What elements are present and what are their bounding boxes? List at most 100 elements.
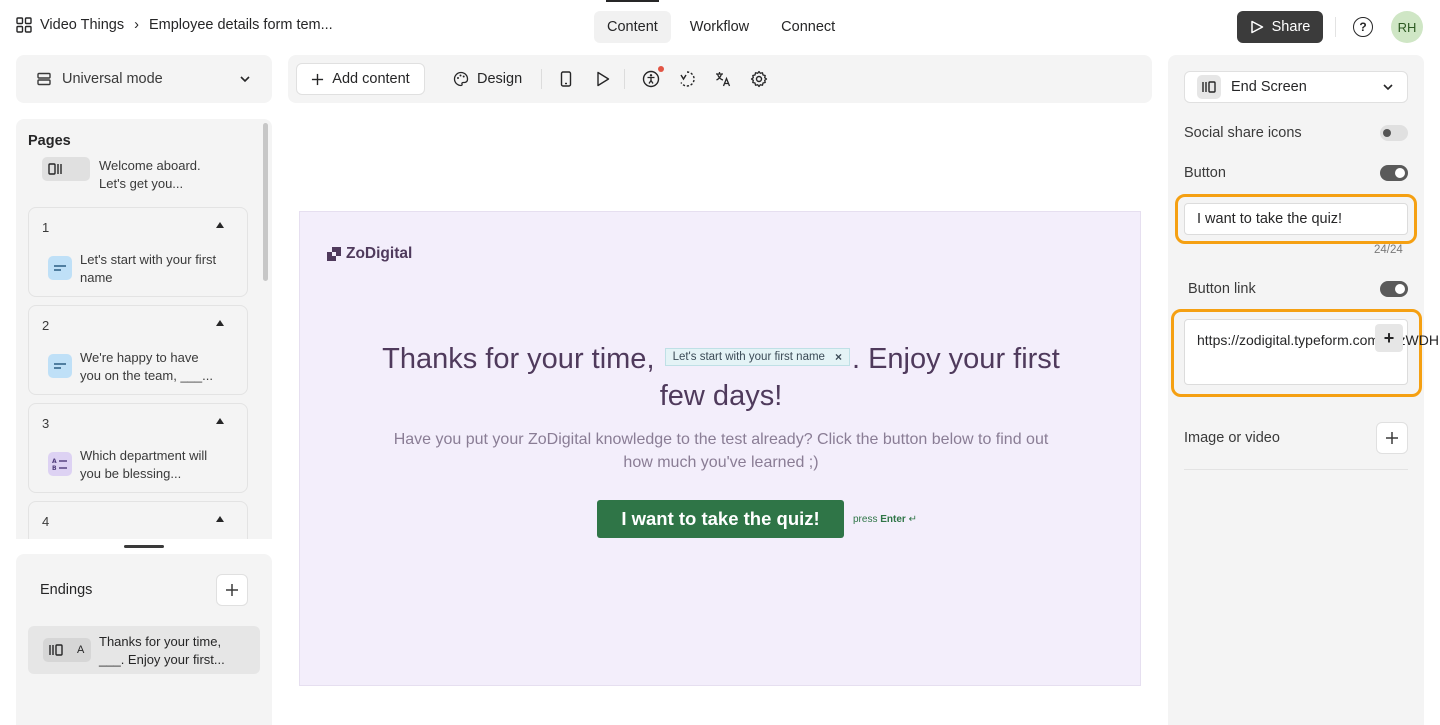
form-preview-canvas: ZoDigital Thanks for your time, Let's st… — [299, 211, 1141, 686]
page-card[interactable]: 4 — [28, 501, 248, 539]
close-icon[interactable]: × — [835, 339, 842, 376]
share-label: Share — [1271, 19, 1311, 35]
quiz-button[interactable]: I want to take the quiz! — [597, 500, 844, 538]
question-text: We're happy to have you on the team, ___… — [80, 350, 213, 383]
svg-text:B: B — [52, 465, 57, 471]
plus-icon — [312, 73, 324, 85]
endings-title: Endings — [40, 582, 93, 598]
social-share-label: Social share icons — [1184, 125, 1302, 141]
palette-icon — [453, 71, 469, 87]
design-button[interactable]: Design — [453, 63, 522, 95]
send-icon — [1250, 20, 1263, 34]
ending-badge: A — [77, 644, 85, 656]
tab-workflow[interactable]: Workflow — [677, 11, 762, 43]
collapse-icon[interactable] — [216, 222, 224, 228]
question-text: Which department will you be blessing... — [80, 448, 208, 481]
mode-select[interactable]: Universal mode — [16, 55, 272, 103]
divider — [624, 69, 625, 89]
button-link-label: Button link — [1188, 281, 1256, 297]
plus-icon[interactable]: + — [1375, 324, 1403, 352]
logic-icon[interactable] — [677, 69, 697, 89]
svg-text:A: A — [52, 458, 57, 465]
accessibility-icon[interactable] — [641, 69, 661, 89]
button-label: Button — [1184, 165, 1226, 181]
add-ending-button[interactable] — [216, 574, 248, 606]
tab-content[interactable]: Content — [594, 0, 671, 43]
layers-icon — [37, 72, 51, 86]
main-tabs: Content Workflow Connect — [594, 0, 848, 43]
breadcrumb: Video Things › Employee details form tem… — [16, 17, 333, 33]
collapse-icon[interactable] — [216, 320, 224, 326]
logo-mark-icon — [327, 247, 341, 261]
button-text-input[interactable] — [1184, 203, 1408, 235]
share-button[interactable]: Share — [1237, 11, 1323, 43]
page-number: 4 — [42, 514, 50, 529]
mobile-preview-icon[interactable] — [556, 69, 576, 89]
resize-handle[interactable] — [124, 545, 164, 548]
page-card[interactable]: 1 Let's start with your first name — [28, 207, 248, 297]
recall-chip-label: Let's start with your first name — [672, 350, 825, 363]
divider — [1335, 17, 1336, 37]
divider — [1184, 469, 1408, 470]
page-card[interactable]: 2 We're happy to have you on the team, _… — [28, 305, 248, 395]
logo-text: ZoDigital — [346, 245, 413, 262]
add-content-button[interactable]: Add content — [296, 63, 425, 95]
endings-panel: Endings A Thanks for your time, ___. Enj… — [16, 554, 272, 725]
button-link-toggle[interactable] — [1380, 281, 1408, 297]
pages-panel: Pages Welcome aboard. Let's get you... 1… — [16, 119, 272, 539]
button-toggle[interactable] — [1380, 165, 1408, 181]
char-counter: 24/24 — [1374, 244, 1403, 256]
top-bar: Video Things › Employee details form tem… — [0, 0, 1440, 54]
press-key: Enter — [880, 514, 906, 525]
breadcrumb-workspace[interactable]: Video Things — [40, 17, 124, 33]
welcome-screen-item[interactable]: Welcome aboard. Let's get you... — [42, 157, 229, 193]
question-text: Let's start with your first name — [80, 252, 217, 285]
welcome-screen-icon — [42, 157, 90, 181]
collapse-icon[interactable] — [216, 418, 224, 424]
collapse-icon[interactable] — [216, 516, 224, 522]
grid-icon[interactable] — [16, 17, 32, 33]
brand-logo: ZoDigital — [326, 245, 412, 263]
tab-connect[interactable]: Connect — [768, 11, 848, 43]
welcome-text: Welcome aboard. Let's get you... — [99, 158, 201, 191]
chevron-right-icon: › — [134, 17, 139, 33]
breadcrumb-form[interactable]: Employee details form tem... — [149, 17, 333, 33]
end-screen-title[interactable]: Thanks for your time, Let's start with y… — [380, 341, 1062, 415]
chevron-down-icon — [240, 76, 250, 83]
short-text-icon — [48, 256, 72, 280]
recall-chip[interactable]: Let's start with your first name × — [664, 348, 850, 367]
add-content-label: Add content — [332, 71, 410, 87]
short-text-icon — [48, 354, 72, 378]
gear-icon[interactable] — [749, 69, 769, 89]
press-enter-hint: press Enter ↵ — [853, 514, 917, 525]
screen-type-select[interactable]: End Screen — [1184, 71, 1408, 103]
add-media-button[interactable] — [1376, 422, 1408, 454]
translate-icon[interactable] — [713, 69, 733, 89]
ending-text: Thanks for your time, ___. Enjoy your fi… — [99, 634, 225, 667]
enter-key-icon: ↵ — [908, 514, 917, 525]
help-icon[interactable]: ? — [1353, 17, 1373, 37]
chevron-down-icon — [1383, 84, 1393, 91]
image-video-label: Image or video — [1184, 430, 1280, 446]
page-number: 2 — [42, 318, 50, 333]
title-text-start: Thanks for your time, — [382, 343, 655, 375]
multiple-choice-icon: AB — [48, 452, 72, 476]
page-number: 3 — [42, 416, 50, 431]
notification-dot — [658, 66, 664, 72]
end-screen-icon — [1197, 75, 1221, 99]
scrollbar[interactable] — [263, 123, 268, 281]
plus-icon — [1386, 432, 1398, 444]
play-icon[interactable] — [593, 69, 613, 89]
avatar[interactable]: RH — [1391, 11, 1423, 43]
button-link-input[interactable]: https://zodigital.typeform.com/to/zWDH1y… — [1184, 319, 1440, 385]
editor-toolbar: Add content Design — [288, 55, 1152, 103]
end-screen-description[interactable]: Have you put your ZoDigital knowledge to… — [380, 428, 1062, 474]
page-card[interactable]: 3 AB Which department will you be blessi… — [28, 403, 248, 493]
social-share-toggle[interactable] — [1380, 125, 1408, 141]
end-screen-icon: A — [43, 638, 91, 662]
settings-panel: End Screen Social share icons Button 24/… — [1168, 55, 1440, 725]
screen-type-label: End Screen — [1231, 79, 1307, 95]
design-label: Design — [477, 71, 523, 87]
press-prefix: press — [853, 514, 878, 525]
ending-item[interactable]: A Thanks for your time, ___. Enjoy your … — [28, 626, 260, 674]
